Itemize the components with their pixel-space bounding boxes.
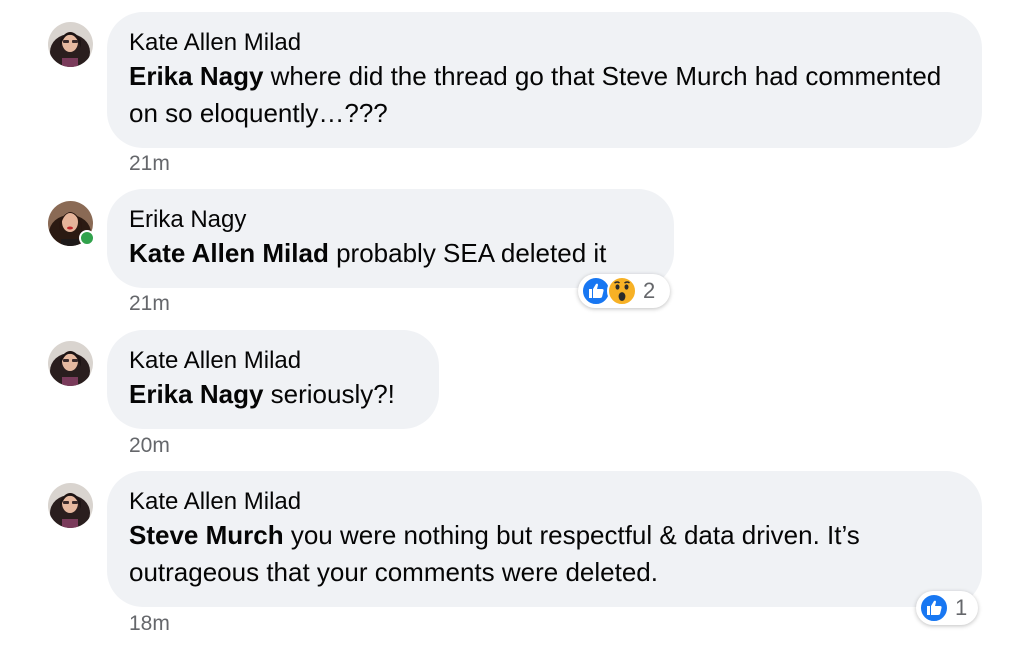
wow-icon bbox=[607, 276, 637, 306]
reaction-count: 2 bbox=[643, 278, 656, 303]
reactions-summary[interactable]: 2 bbox=[578, 274, 670, 308]
comment-timestamp[interactable]: 20m bbox=[129, 434, 170, 458]
avatar-erika-nagy[interactable] bbox=[48, 201, 95, 246]
avatar-kate-allen-milad[interactable] bbox=[48, 483, 93, 528]
comment-body: probably SEA deleted it bbox=[328, 238, 607, 268]
comment-bubble: Kate Allen Milad Erika Nagy where did th… bbox=[107, 12, 982, 148]
profile-photo-icon bbox=[48, 483, 93, 528]
mention-link[interactable]: Erika Nagy bbox=[129, 379, 263, 409]
mention-link[interactable]: Erika Nagy bbox=[129, 61, 263, 91]
comment-author[interactable]: Kate Allen Milad bbox=[129, 487, 960, 517]
avatar-kate-allen-milad[interactable] bbox=[48, 341, 93, 386]
comment-author[interactable]: Erika Nagy bbox=[129, 205, 652, 235]
comment-author[interactable]: Kate Allen Milad bbox=[129, 28, 960, 58]
comment-text: Steve Murch you were nothing but respect… bbox=[129, 517, 960, 591]
comment-author[interactable]: Kate Allen Milad bbox=[129, 346, 417, 376]
comment-text: Erika Nagy seriously?! bbox=[129, 376, 417, 413]
comment-timestamp[interactable]: 21m bbox=[129, 292, 170, 316]
online-status-icon bbox=[79, 230, 95, 246]
comment-body: seriously?! bbox=[263, 379, 395, 409]
comment-text: Erika Nagy where did the thread go that … bbox=[129, 58, 960, 132]
mention-link[interactable]: Steve Murch bbox=[129, 520, 284, 550]
avatar-kate-allen-milad[interactable] bbox=[48, 22, 93, 67]
comment-timestamp[interactable]: 18m bbox=[129, 612, 170, 636]
like-icon bbox=[919, 593, 949, 623]
comment-text: Kate Allen Milad probably SEA deleted it bbox=[129, 235, 652, 272]
comment-bubble: Erika Nagy Kate Allen Milad probably SEA… bbox=[107, 189, 674, 288]
comment-timestamp[interactable]: 21m bbox=[129, 152, 170, 176]
profile-photo-icon bbox=[48, 341, 93, 386]
mention-link[interactable]: Kate Allen Milad bbox=[129, 238, 329, 268]
comment-bubble: Kate Allen Milad Erika Nagy seriously?! bbox=[107, 330, 439, 429]
profile-photo-icon bbox=[48, 22, 93, 67]
reaction-count: 1 bbox=[955, 595, 968, 620]
reactions-summary[interactable]: 1 bbox=[916, 591, 978, 625]
comment-bubble: Kate Allen Milad Steve Murch you were no… bbox=[107, 471, 982, 607]
